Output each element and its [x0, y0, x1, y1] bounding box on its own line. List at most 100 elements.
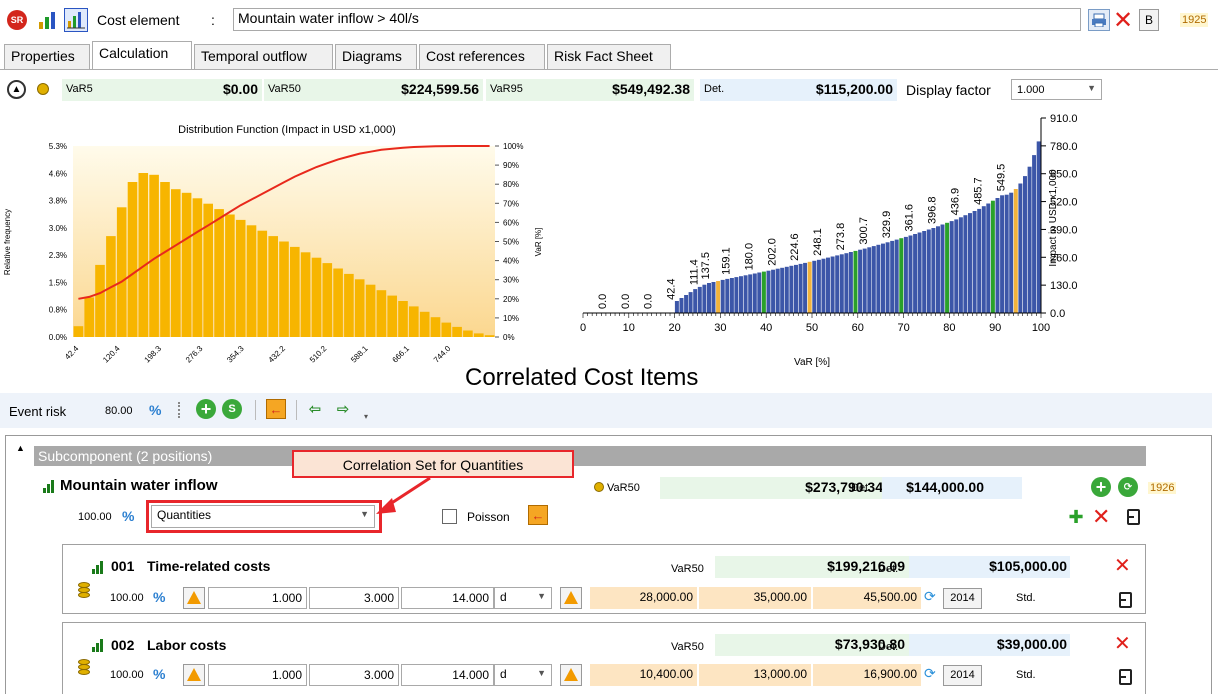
signal-icon-001 [92, 561, 103, 574]
notes-icon[interactable] [1124, 507, 1140, 525]
quantity-max-002[interactable]: 14.000 [401, 664, 494, 686]
sr-badge-icon[interactable]: SR [7, 10, 27, 30]
distribution-bar [311, 257, 322, 337]
var-chart: 0.0 0.0 0.0 42.4 111.4 137.5 159.1 180.0 202.0 22… [580, 113, 1078, 368]
var-bar [707, 283, 711, 313]
var-x-tick-label: 70 [897, 322, 909, 334]
var-bar [958, 217, 963, 313]
cost-max-002[interactable]: 16,900.00 [813, 664, 921, 686]
arrow-right-icon[interactable]: ⇨ [334, 401, 352, 418]
var-annotation: 159.1 [721, 247, 733, 275]
report-chart-icon[interactable] [64, 8, 88, 32]
overflow-chevron-icon[interactable]: ▾ [364, 412, 368, 421]
tab-divider [0, 69, 1218, 70]
subcomponent-var50-label: VaR50 [607, 482, 640, 494]
cost-mode-001[interactable]: 35,000.00 [699, 587, 811, 609]
tab-properties[interactable]: Properties [4, 44, 90, 69]
distribution-triangle-icon-001[interactable] [183, 587, 205, 609]
var-bar [748, 274, 753, 313]
quantity-mode-002[interactable]: 3.000 [309, 664, 399, 686]
var-annotation: 273.8 [835, 223, 847, 251]
distribution-triangle-icon-002[interactable] [183, 664, 205, 686]
var-bar [775, 268, 780, 313]
unit-select-002[interactable]: d ▼ [494, 664, 552, 686]
var-bar [995, 198, 1000, 313]
quantity-min-002[interactable]: 1.000 [208, 664, 307, 686]
left-x-tick-label: 588.1 [349, 344, 370, 365]
cost-element-input[interactable]: Mountain water inflow > 40l/s [233, 8, 1081, 31]
notes-icon-002[interactable] [1116, 667, 1132, 685]
display-factor-select[interactable]: 1.000 ▼ [1011, 79, 1102, 100]
add-icon[interactable]: + [196, 399, 216, 419]
puzzle-icon[interactable]: ✚ [1066, 507, 1086, 527]
print-icon[interactable] [1088, 9, 1110, 31]
var-bar [1009, 192, 1014, 313]
distribution-bar [452, 326, 462, 337]
event-risk-value: 80.00 [105, 405, 133, 417]
var95-box: VaR95 $549,492.38 [486, 79, 694, 101]
year-field-001[interactable]: 2014 [943, 588, 982, 609]
tab-risk-fact-sheet[interactable]: Risk Fact Sheet [547, 44, 671, 69]
var-bar [1032, 155, 1037, 313]
quantity-min-001[interactable]: 1.000 [208, 587, 307, 609]
cost-triangle-icon-002[interactable] [560, 664, 582, 686]
var-x-tick-label: 50 [806, 322, 818, 334]
var-x-tick-label: 40 [760, 322, 772, 334]
arrow-left-icon[interactable]: ⇦ [306, 401, 324, 418]
percent-icon[interactable]: % [149, 402, 161, 418]
add-sub-icon[interactable]: S [222, 399, 242, 419]
tab-cost-references[interactable]: Cost references [419, 44, 545, 69]
var-bar [684, 295, 689, 313]
var-bar [1013, 189, 1018, 313]
percent-icon-sub[interactable]: % [122, 508, 134, 524]
det-box: Det. $115,200.00 [700, 79, 897, 101]
year-field-002[interactable]: 2014 [943, 665, 982, 686]
cost-mode-002[interactable]: 13,000.00 [699, 664, 811, 686]
var-bar [803, 262, 808, 313]
tab-temporal-outflow[interactable]: Temporal outflow [194, 44, 333, 69]
cost-min-002[interactable]: 10,400.00 [590, 664, 697, 686]
var50-box: VaR50 $224,599.56 [264, 79, 483, 101]
quantity-max-001[interactable]: 14.000 [401, 587, 494, 609]
signal-icon-002 [92, 639, 103, 652]
subcomponent-id-badge: 1926 [1148, 482, 1177, 494]
distribution-bar [192, 198, 203, 337]
collapse-up-icon[interactable]: ▲ [7, 80, 26, 99]
notes-icon-001[interactable] [1116, 590, 1132, 608]
cost-triangle-icon-001[interactable] [560, 587, 582, 609]
tab-calculation[interactable]: Calculation [92, 41, 192, 70]
var5-box: VaR5 $0.00 [62, 79, 262, 101]
unit-select-001[interactable]: d ▼ [494, 587, 552, 609]
distribution-bar [463, 330, 473, 337]
export-icon-sub[interactable]: ← [528, 505, 548, 525]
var95-label: VaR95 [490, 83, 523, 95]
delete-sub-icon[interactable]: ✕ [1092, 506, 1110, 528]
delete-item-icon-001[interactable]: ✕ [1114, 556, 1131, 576]
expand-arrow-icon[interactable]: ▲ [16, 443, 25, 453]
left-x-tick-label: 198.3 [143, 344, 164, 365]
left-x-tick-label: 42.4 [63, 344, 81, 362]
delete-item-icon-002[interactable]: ✕ [1114, 634, 1131, 654]
distribution-chart-title: Distribution Function (Impact in USD x1,… [178, 124, 396, 136]
subcomponent-var50-value: $273,790.34 [805, 479, 883, 495]
tab-diagrams[interactable]: Diagrams [335, 44, 417, 69]
left-x-tick-label: 666.1 [391, 344, 412, 365]
cost-min-001[interactable]: 28,000.00 [590, 587, 697, 609]
percent-icon-002[interactable]: % [153, 666, 165, 682]
quantity-mode-001[interactable]: 3.000 [309, 587, 399, 609]
var-bar [702, 284, 707, 313]
var-bar [908, 235, 913, 313]
percent-icon-001[interactable]: % [153, 589, 165, 605]
add-linked-icon[interactable]: ⟳ [1118, 477, 1138, 497]
refresh-icon-001[interactable]: ⟳ [924, 588, 936, 605]
item-code-001: 001 [111, 558, 135, 574]
poisson-checkbox[interactable] [442, 509, 457, 524]
delete-icon[interactable]: ✕ [1112, 7, 1134, 34]
b-button[interactable]: B [1139, 9, 1159, 31]
add-item-icon[interactable]: + [1091, 477, 1111, 497]
export-icon[interactable]: ← [266, 399, 286, 419]
var-bar [771, 269, 776, 313]
bar-chart-icon[interactable] [37, 9, 59, 31]
cost-max-001[interactable]: 45,500.00 [813, 587, 921, 609]
refresh-icon-002[interactable]: ⟳ [924, 665, 936, 682]
